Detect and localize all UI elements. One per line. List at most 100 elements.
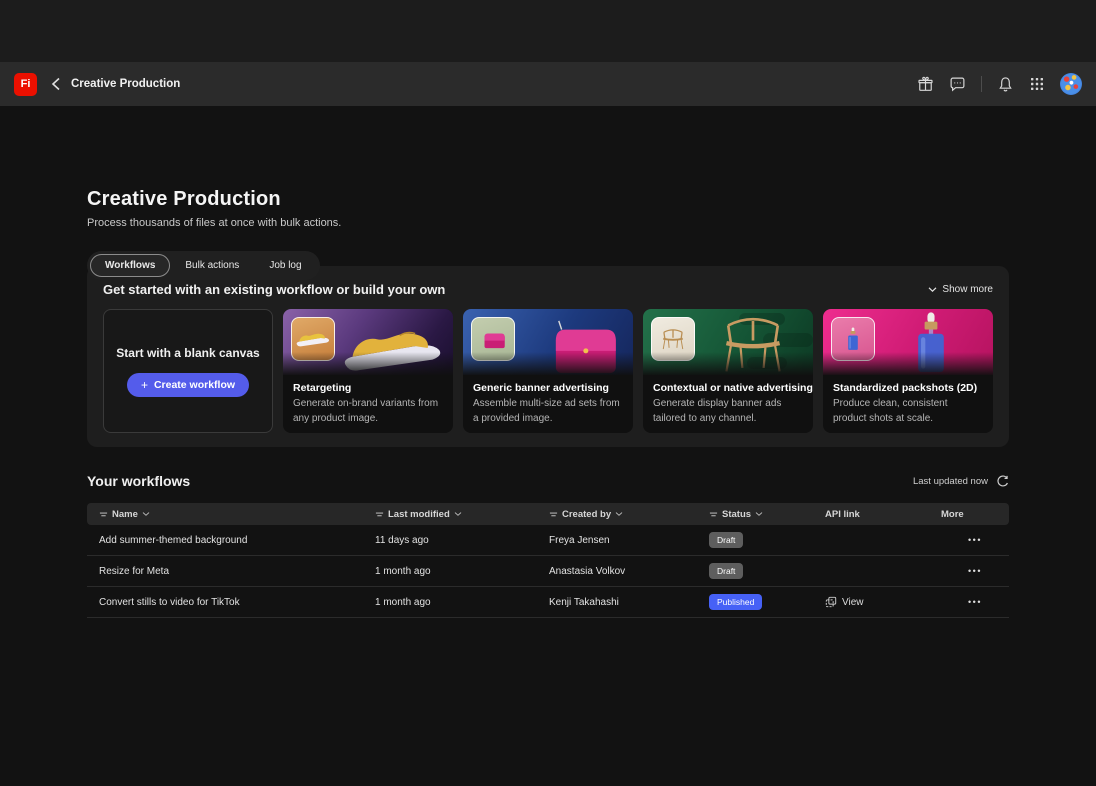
last-updated-label: Last updated now <box>913 476 988 487</box>
retargeting-thumbnail <box>291 317 335 361</box>
tab-group: Workflows Bulk actions Job log <box>87 251 320 280</box>
column-header-name[interactable]: Name <box>87 509 363 520</box>
filter-icon <box>709 510 718 519</box>
status-badge: Published <box>709 594 762 610</box>
show-more-button[interactable]: Show more <box>928 284 993 295</box>
column-header-status[interactable]: Status <box>697 509 813 520</box>
contextual-image <box>643 309 813 375</box>
table-row[interactable]: Add summer-themed background 11 days ago… <box>87 525 1009 556</box>
column-label: More <box>941 509 964 520</box>
template-card-packshots[interactable]: Standardized packshots (2D) Produce clea… <box>823 309 993 433</box>
get-started-panel: Get started with an existing workflow or… <box>87 266 1009 447</box>
filter-icon <box>375 510 384 519</box>
page-header: Creative Production Process thousands of… <box>87 188 1009 229</box>
cell-status: Published <box>697 594 813 610</box>
tab-job-log[interactable]: Job log <box>254 254 316 277</box>
speech-bubble-icon <box>949 76 966 93</box>
chevron-down-icon <box>142 511 150 517</box>
page-content: Creative Production Process thousands of… <box>87 188 1009 618</box>
row-more-button[interactable]: ••• <box>929 566 1009 576</box>
plus-icon: + <box>141 379 148 391</box>
template-card-retargeting[interactable]: Retargeting Generate on-brand variants f… <box>283 309 453 433</box>
sneaker-illustration <box>339 323 447 375</box>
handbag-illustration <box>535 317 627 375</box>
template-card-contextual-advertising[interactable]: Contextual or native advertising Generat… <box>643 309 813 433</box>
cell-name: Add summer-themed background <box>87 535 363 546</box>
column-label: Last modified <box>388 509 450 520</box>
chevron-down-icon <box>454 511 462 517</box>
tab-bulk-actions[interactable]: Bulk actions <box>170 254 254 277</box>
filter-icon <box>99 510 108 519</box>
api-view-link[interactable]: View <box>813 596 929 608</box>
table-row[interactable]: Convert stills to video for TikTok 1 mon… <box>87 587 1009 618</box>
refresh-button[interactable] <box>996 475 1009 488</box>
filter-icon <box>549 510 558 519</box>
card-title: Retargeting <box>283 375 453 396</box>
column-header-last-modified[interactable]: Last modified <box>363 509 537 520</box>
row-more-button[interactable]: ••• <box>929 535 1009 545</box>
your-workflows-header: Your workflows Last updated now <box>87 473 1009 489</box>
column-header-more: More <box>929 509 1009 520</box>
notifications-button[interactable] <box>997 76 1014 93</box>
apps-grid-icon <box>1029 76 1045 92</box>
navbar-divider <box>981 76 982 92</box>
column-label: Name <box>112 509 138 520</box>
whats-new-button[interactable] <box>917 76 934 93</box>
back-button[interactable] <box>51 77 61 91</box>
create-workflow-button[interactable]: + Create workflow <box>127 373 249 397</box>
navbar-actions <box>917 73 1082 95</box>
tab-workflows[interactable]: Workflows <box>90 254 170 277</box>
card-title: Standardized packshots (2D) <box>823 375 993 396</box>
chevron-left-icon <box>51 77 61 91</box>
cell-status: Draft <box>697 563 813 579</box>
card-description: Generate display banner ads tailored to … <box>643 396 813 426</box>
cell-created-by: Freya Jensen <box>537 535 697 546</box>
cell-created-by: Kenji Takahashi <box>537 597 697 608</box>
workflows-table: Name Last modified Created by Status <box>87 503 1009 618</box>
blank-canvas-card: Start with a blank canvas + Create workf… <box>103 309 273 433</box>
column-header-created-by[interactable]: Created by <box>537 509 697 520</box>
table-row[interactable]: Resize for Meta 1 month ago Anastasia Vo… <box>87 556 1009 587</box>
last-updated-area: Last updated now <box>913 475 1009 488</box>
row-more-button[interactable]: ••• <box>929 597 1009 607</box>
window-top-strip <box>0 0 1096 62</box>
retargeting-image <box>283 309 453 375</box>
banner-image <box>463 309 633 375</box>
template-card-banner-advertising[interactable]: Generic banner advertising Assemble mult… <box>463 309 633 433</box>
banner-thumbnail <box>471 317 515 361</box>
cell-last-modified: 1 month ago <box>363 566 537 577</box>
cell-name: Convert stills to video for TikTok <box>87 597 363 608</box>
card-title: Contextual or native advertising <box>643 375 813 396</box>
chair-illustration <box>717 313 789 375</box>
column-label: Status <box>722 509 751 520</box>
firefly-logo[interactable]: Fi <box>14 73 37 96</box>
refresh-icon <box>996 475 1009 488</box>
your-workflows-section: Your workflows Last updated now Na <box>87 473 1009 618</box>
show-more-label: Show more <box>942 284 993 295</box>
chevron-down-icon <box>615 511 623 517</box>
column-label: API link <box>825 509 860 520</box>
column-label: Created by <box>562 509 611 520</box>
card-description: Produce clean, consistent product shots … <box>823 396 993 426</box>
create-workflow-label: Create workflow <box>154 379 235 391</box>
cell-status: Draft <box>697 532 813 548</box>
cell-last-modified: 11 days ago <box>363 535 537 546</box>
packshot-image <box>823 309 993 375</box>
your-workflows-title: Your workflows <box>87 473 190 489</box>
packshot-thumbnail <box>831 317 875 361</box>
card-description: Assemble multi-size ad sets from a provi… <box>463 396 633 426</box>
page-title: Creative Production <box>87 188 1009 211</box>
status-badge: Draft <box>709 563 743 579</box>
page-subtitle: Process thousands of files at once with … <box>87 217 1009 229</box>
app-navbar: Fi Creative Production <box>0 62 1096 106</box>
app-switcher-button[interactable] <box>1029 76 1045 92</box>
account-avatar[interactable] <box>1060 73 1082 95</box>
view-api-icon <box>825 596 837 608</box>
blank-canvas-title: Start with a blank canvas <box>116 346 259 360</box>
card-description: Generate on-brand variants from any prod… <box>283 396 453 426</box>
feedback-button[interactable] <box>949 76 966 93</box>
status-badge: Draft <box>709 532 743 548</box>
chevron-down-icon <box>928 286 937 293</box>
workflow-template-cards: Start with a blank canvas + Create workf… <box>103 309 993 433</box>
dropper-bottle-illustration <box>909 311 953 375</box>
